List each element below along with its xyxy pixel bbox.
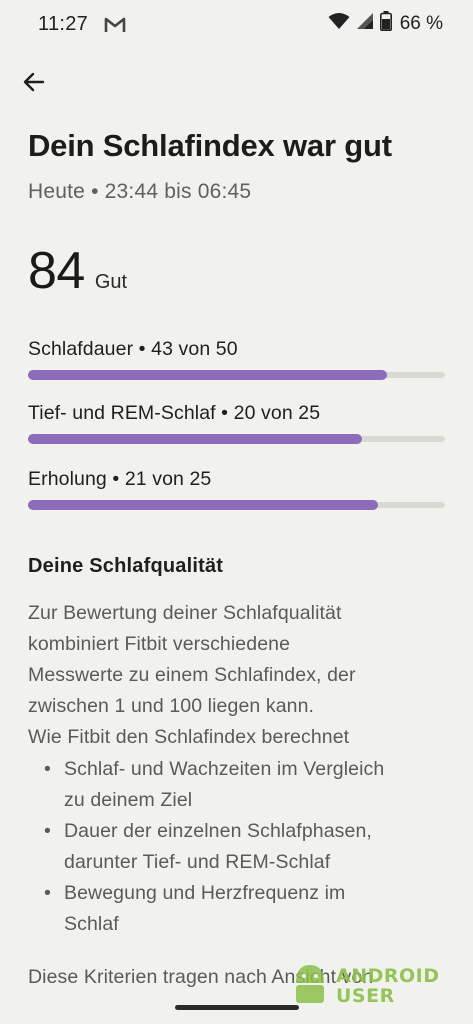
- metric-fill: [28, 370, 387, 380]
- gmail-icon: [104, 16, 126, 32]
- page-title: Dein Schlafindex war gut: [28, 128, 392, 163]
- criteria-list: • Schlaf- und Wachzeiten im Vergleich zu…: [44, 754, 454, 940]
- metric-recovery[interactable]: Erholung • 21 von 25: [28, 468, 445, 510]
- home-indicator[interactable]: [175, 1005, 299, 1010]
- metric-sleep-duration[interactable]: Schlafdauer • 43 von 50: [28, 338, 445, 380]
- arrow-back-icon: [23, 72, 45, 97]
- page-subtitle: Heute • 23:44 bis 06:45: [28, 180, 252, 203]
- list-item-line: Schlaf: [64, 913, 119, 935]
- watermark-text: ANDROID USER: [336, 966, 440, 1006]
- bullet-icon: •: [44, 758, 51, 780]
- android-robot-icon: [290, 961, 330, 1012]
- battery-icon: [379, 11, 392, 37]
- description-line: Zur Bewertung deiner Schlafqualität: [28, 602, 342, 624]
- sleep-score: 84 Gut: [28, 240, 127, 302]
- list-item: • Schlaf- und Wachzeiten im Vergleich zu…: [44, 754, 454, 816]
- battery-percent: 66 %: [399, 13, 443, 34]
- description-line: zwischen 1 und 100 liegen kann.: [28, 695, 315, 717]
- list-item-line: Bewegung und Herzfrequenz im: [64, 882, 346, 904]
- metric-deep-rem-sleep[interactable]: Tief- und REM-Schlaf • 20 von 25: [28, 402, 445, 444]
- list-item-line: darunter Tief- und REM-Schlaf: [64, 851, 331, 873]
- list-item-line: Dauer der einzelnen Schlafphasen,: [64, 820, 372, 842]
- watermark-line2: USER: [336, 985, 395, 1007]
- bullet-icon: •: [44, 882, 51, 904]
- description-line: Wie Fitbit den Schlafindex berechnet: [28, 726, 350, 748]
- metric-fill: [28, 500, 379, 510]
- metric-label: Schlafdauer • 43 von 50: [28, 338, 238, 360]
- list-item-line: zu deinem Ziel: [64, 789, 193, 811]
- signal-icon: [356, 12, 374, 36]
- list-item: • Dauer der einzelnen Schlafphasen, daru…: [44, 816, 454, 878]
- metric-track: [28, 434, 445, 444]
- section-heading: Deine Schlafqualität: [28, 555, 224, 577]
- android-user-watermark: ANDROID USER: [290, 960, 468, 1012]
- back-button[interactable]: [18, 66, 50, 102]
- metric-label: Tief- und REM-Schlaf • 20 von 25: [28, 402, 321, 424]
- metric-label: Erholung • 21 von 25: [28, 468, 212, 490]
- bullet-icon: •: [44, 820, 51, 842]
- metric-track: [28, 370, 445, 380]
- status-icons: 66 %: [328, 11, 443, 37]
- list-item-line: Schlaf- und Wachzeiten im Vergleich: [64, 758, 385, 780]
- sleep-score-label: Gut: [94, 271, 128, 293]
- status-bar: 11:27 66 %: [0, 0, 473, 48]
- metric-track: [28, 500, 445, 510]
- watermark-line1: ANDROID: [336, 965, 440, 987]
- sleep-score-value: 84: [28, 242, 85, 300]
- list-item: • Bewegung und Herzfrequenz im Schlaf: [44, 878, 454, 940]
- description-line: kombiniert Fitbit verschiedene: [28, 633, 291, 655]
- metric-fill: [28, 434, 362, 444]
- wifi-icon: [328, 12, 350, 36]
- quality-description: Zur Bewertung deiner Schlafqualität komb…: [28, 598, 448, 753]
- status-time: 11:27: [38, 12, 89, 35]
- description-line: Messwerte zu einem Schlafindex, der: [28, 664, 356, 686]
